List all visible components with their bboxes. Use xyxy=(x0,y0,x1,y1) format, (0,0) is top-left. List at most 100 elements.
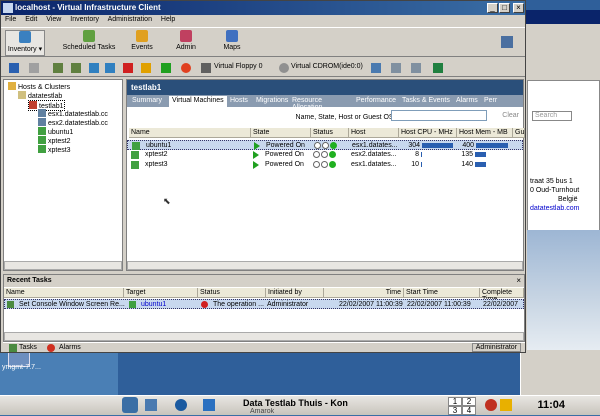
tasks-column-header[interactable]: Time xyxy=(324,288,404,298)
column-header[interactable]: Host Mem - MB xyxy=(457,128,513,138)
tasks-column-header[interactable]: Name xyxy=(4,288,124,298)
mouse-cursor: ⬉ xyxy=(163,196,171,206)
forward-icon[interactable] xyxy=(29,63,39,73)
task-row[interactable]: Set Console Window Screen Re... ubuntu1 Th… xyxy=(4,299,524,309)
suspend-icon[interactable] xyxy=(141,63,151,73)
task-target: ubuntu1 xyxy=(141,301,167,308)
status-ok-icon xyxy=(330,142,337,149)
snapshot-icon[interactable] xyxy=(371,63,381,73)
admin-button[interactable]: Admin xyxy=(173,30,199,51)
inventory-button[interactable]: Inventory ▾ xyxy=(5,30,45,56)
console-tab-icon[interactable] xyxy=(433,63,443,73)
vm-name: xptest3 xyxy=(145,161,168,168)
new-vm-icon[interactable] xyxy=(53,63,63,73)
tree-node[interactable]: xptest2 xyxy=(38,136,71,145)
tasks-column-header[interactable]: Complete Time xyxy=(480,288,524,303)
tasks-column-header[interactable]: Start Time xyxy=(404,288,480,298)
new-datacenter-icon[interactable] xyxy=(89,63,99,73)
console-icon[interactable] xyxy=(501,36,513,48)
minimize-button[interactable]: _ xyxy=(487,3,498,13)
vm-state: Powered On xyxy=(265,161,304,168)
power-on-icon[interactable] xyxy=(161,63,171,73)
alarms-tab[interactable]: Alarms xyxy=(59,344,81,351)
desktop-icon-label: ymgmt-7.7... xyxy=(2,364,41,371)
clock[interactable]: 11:04 xyxy=(537,399,565,411)
bg-text: traat 35 bus 1 xyxy=(530,178,573,185)
close-button[interactable]: × xyxy=(513,3,524,13)
datacenter-icon xyxy=(18,91,26,99)
scheduled-tasks-button[interactable]: Scheduled Tasks xyxy=(59,30,119,51)
pager-2[interactable]: 2 xyxy=(462,397,476,406)
column-header[interactable]: Host CPU - MHz xyxy=(399,128,457,138)
tree-node[interactable]: esx1.datatestlab.cc xyxy=(38,109,108,118)
vm-icon xyxy=(38,127,46,135)
tree-node[interactable]: datatestlab xyxy=(18,91,62,100)
taskbar-app[interactable]: Data Testlab Thuis - Kon xyxy=(243,398,348,408)
mem-bar xyxy=(475,162,486,167)
menu-view[interactable]: View xyxy=(46,16,61,23)
vm-icon xyxy=(131,151,139,159)
virtual-floppy-button[interactable]: Virtual Floppy 0 xyxy=(214,63,263,70)
menu-help[interactable]: Help xyxy=(161,16,175,23)
tasks-column-header[interactable]: Initiated by xyxy=(266,288,324,298)
column-header[interactable]: Gu xyxy=(513,128,525,138)
menu-file[interactable]: File xyxy=(5,16,16,23)
maps-button[interactable]: Maps xyxy=(219,30,245,51)
tree-node[interactable]: ubuntu1 xyxy=(38,127,73,136)
kde-menu-icon[interactable] xyxy=(122,397,138,413)
tree-node[interactable]: xptest3 xyxy=(38,145,71,154)
add-host-icon[interactable] xyxy=(71,63,81,73)
tree-node[interactable]: esx2.datatestlab.cc xyxy=(38,118,108,127)
tray-icon[interactable] xyxy=(485,399,497,411)
revert-icon[interactable] xyxy=(391,63,401,73)
floppy-icon[interactable] xyxy=(201,63,211,73)
pager-3[interactable]: 3 xyxy=(448,406,462,415)
events-button[interactable]: Events xyxy=(127,30,157,51)
column-header[interactable]: Name xyxy=(129,128,251,138)
pager-4[interactable]: 4 xyxy=(462,406,476,415)
reset-icon[interactable] xyxy=(181,63,191,73)
browser-icon[interactable] xyxy=(175,399,187,411)
tasks-column-header[interactable]: Target xyxy=(124,288,198,298)
back-icon[interactable] xyxy=(9,63,19,73)
app-icon xyxy=(3,3,13,13)
cpu-bar xyxy=(422,143,453,148)
bg-search-field[interactable]: Search xyxy=(532,111,572,121)
bg-link[interactable]: datatestlab.com xyxy=(530,205,579,212)
new-folder-icon[interactable] xyxy=(105,63,115,73)
horizontal-scrollbar[interactable] xyxy=(127,261,523,270)
tasks-scrollbar[interactable] xyxy=(4,332,524,341)
cpu-bar xyxy=(421,162,422,167)
virtual-cdrom-button[interactable]: Virtual CDROM(ide0:0) xyxy=(291,63,363,70)
task-name: Set Console Window Screen Re... xyxy=(19,301,125,308)
tree-node-label: esx2.datatestlab.cc xyxy=(48,120,108,127)
status-ring-icon xyxy=(313,161,320,168)
vm-icon xyxy=(38,136,46,144)
tasks-tab[interactable]: Tasks xyxy=(19,344,37,351)
status-ok-icon xyxy=(329,151,336,158)
menu-administration[interactable]: Administration xyxy=(108,16,152,23)
menu-inventory[interactable]: Inventory xyxy=(70,16,99,23)
tree-node[interactable]: Hosts & Clusters xyxy=(8,82,70,91)
power-off-icon[interactable] xyxy=(123,63,133,73)
table-row[interactable]: ubuntu1 Powered On esx1.datates... 304 400 xyxy=(127,140,523,150)
power-on-icon xyxy=(254,142,260,150)
snapshot-manager-icon[interactable] xyxy=(411,63,421,73)
task-icon xyxy=(7,301,14,308)
tasks-column-header[interactable]: Status xyxy=(198,288,266,298)
menu-edit[interactable]: Edit xyxy=(25,16,37,23)
desktop-icon[interactable] xyxy=(145,399,157,411)
column-header[interactable]: Host xyxy=(349,128,399,138)
table-row[interactable]: xptest2 Powered On esx2.datates... 8 135 xyxy=(127,150,523,160)
cdrom-icon[interactable] xyxy=(279,63,289,73)
maximize-button[interactable]: □ xyxy=(499,3,510,13)
table-row[interactable]: xptest3 Powered On esx1.datates... 10 140 xyxy=(127,160,523,170)
column-header[interactable]: State xyxy=(251,128,311,138)
column-header[interactable]: Status xyxy=(311,128,349,138)
tree-scrollbar[interactable] xyxy=(4,261,122,270)
pager-1[interactable]: 1 xyxy=(448,397,462,406)
main-toolbar: Inventory ▾ Scheduled Tasks Events Admin… xyxy=(1,27,525,57)
konqueror-icon[interactable] xyxy=(203,399,215,411)
window-title[interactable]: localhost - Virtual Infrastructure Clien… xyxy=(1,1,525,15)
warning-icon[interactable] xyxy=(500,399,512,411)
